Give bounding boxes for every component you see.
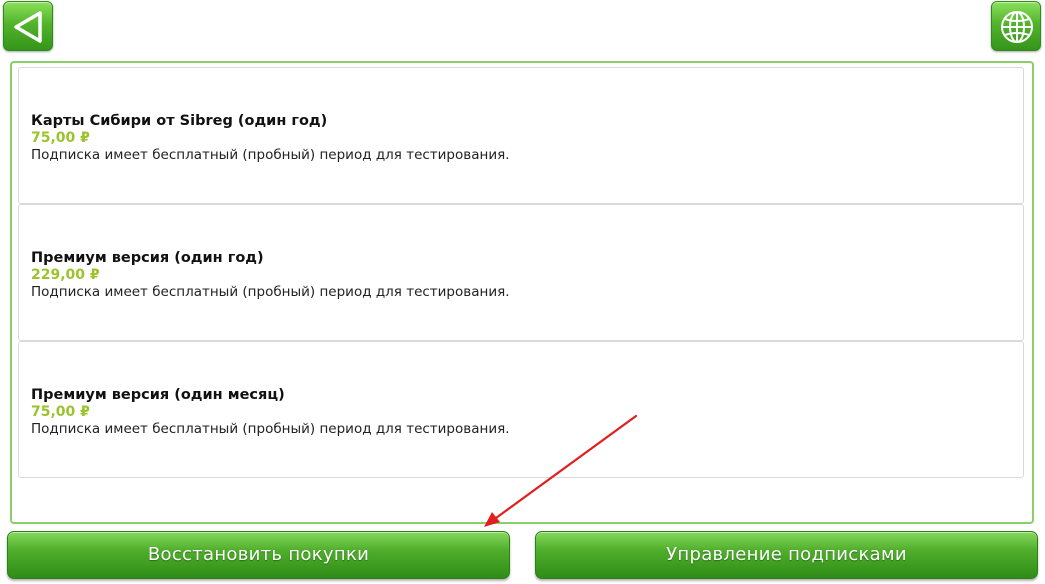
- subscription-title: Карты Сибири от Sibreg (один год): [31, 113, 328, 129]
- subscription-price: 229,00 ₽: [31, 267, 100, 283]
- subscription-title: Премиум версия (один месяц): [31, 387, 285, 403]
- subscription-item-premium-month[interactable]: Премиум версия (один месяц) 75,00 ₽ Подп…: [18, 341, 1024, 478]
- subscription-description: Подписка имеет бесплатный (пробный) пери…: [31, 284, 510, 300]
- subscription-price: 75,00 ₽: [31, 130, 90, 146]
- subscription-item-sibreg-year[interactable]: Карты Сибири от Sibreg (один год) 75,00 …: [18, 67, 1024, 204]
- subscription-description: Подписка имеет бесплатный (пробный) пери…: [31, 421, 510, 437]
- subscription-title: Премиум версия (один год): [31, 250, 264, 266]
- subscription-list[interactable]: Карты Сибири от Sibreg (один год) 75,00 …: [10, 61, 1034, 524]
- restore-purchases-button[interactable]: Восстановить покупки: [7, 531, 510, 579]
- language-button[interactable]: [991, 1, 1041, 51]
- manage-subscriptions-button[interactable]: Управление подписками: [535, 531, 1038, 579]
- subscription-description: Подписка имеет бесплатный (пробный) пери…: [31, 147, 510, 163]
- globe-icon: [1001, 11, 1033, 43]
- back-button[interactable]: [3, 1, 53, 51]
- subscription-price: 75,00 ₽: [31, 404, 90, 420]
- back-triangle-icon: [14, 11, 42, 43]
- subscription-item-premium-year[interactable]: Премиум версия (один год) 229,00 ₽ Подпи…: [18, 204, 1024, 341]
